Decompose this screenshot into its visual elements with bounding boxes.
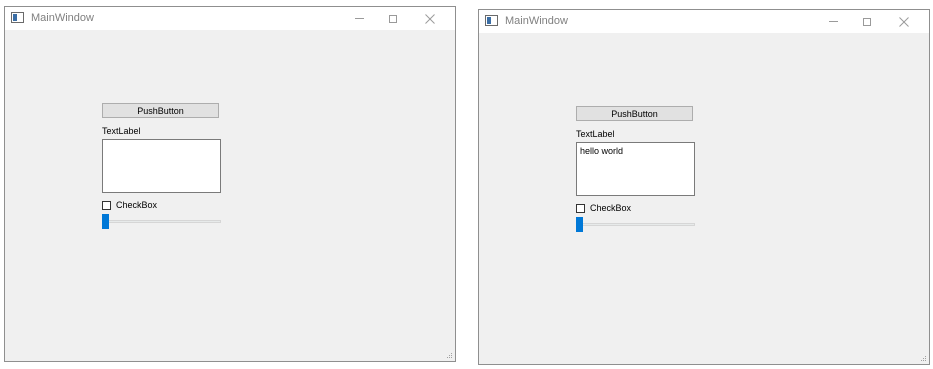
maximize-button[interactable] xyxy=(376,7,410,30)
text-edit[interactable]: hello world xyxy=(576,142,695,196)
title-bar[interactable]: MainWindow xyxy=(479,10,929,33)
checkbox-label: CheckBox xyxy=(116,200,158,210)
checkbox[interactable]: CheckBox xyxy=(576,203,631,214)
minimize-icon xyxy=(354,18,364,19)
slider-groove[interactable] xyxy=(102,220,221,223)
size-grip[interactable] xyxy=(445,351,453,359)
checkbox-label: CheckBox xyxy=(590,203,632,213)
size-grip-icon xyxy=(447,353,452,358)
checkbox-box[interactable] xyxy=(576,204,585,213)
window-title: MainWindow xyxy=(505,15,568,27)
slider-handle[interactable] xyxy=(102,214,109,229)
size-grip[interactable] xyxy=(919,354,927,362)
minimize-icon xyxy=(828,21,838,22)
size-grip-icon xyxy=(921,356,926,361)
checkbox[interactable]: CheckBox xyxy=(102,200,157,211)
app-icon xyxy=(485,15,498,26)
slider-groove[interactable] xyxy=(576,223,695,226)
horizontal-slider[interactable] xyxy=(102,214,221,230)
close-icon xyxy=(899,16,909,27)
main-window: MainWindow PushButton TextLabel CheckBox xyxy=(4,6,456,362)
maximize-icon xyxy=(389,14,397,23)
checkbox-box[interactable] xyxy=(102,201,111,210)
minimize-button[interactable] xyxy=(342,7,376,30)
app-icon xyxy=(11,12,24,23)
maximize-button[interactable] xyxy=(850,10,884,33)
text-label: TextLabel xyxy=(576,129,615,139)
close-icon xyxy=(425,13,435,24)
push-button[interactable]: PushButton xyxy=(102,103,219,118)
window-title: MainWindow xyxy=(31,12,94,24)
close-button[interactable] xyxy=(413,7,447,30)
slider-handle[interactable] xyxy=(576,217,583,232)
title-bar[interactable]: MainWindow xyxy=(5,7,455,30)
text-label: TextLabel xyxy=(102,126,141,136)
push-button[interactable]: PushButton xyxy=(576,106,693,121)
close-button[interactable] xyxy=(887,10,921,33)
minimize-button[interactable] xyxy=(816,10,850,33)
maximize-icon xyxy=(863,17,871,26)
text-edit[interactable] xyxy=(102,139,221,193)
horizontal-slider[interactable] xyxy=(576,217,695,233)
main-window: MainWindow PushButton TextLabel hello wo… xyxy=(478,9,930,365)
